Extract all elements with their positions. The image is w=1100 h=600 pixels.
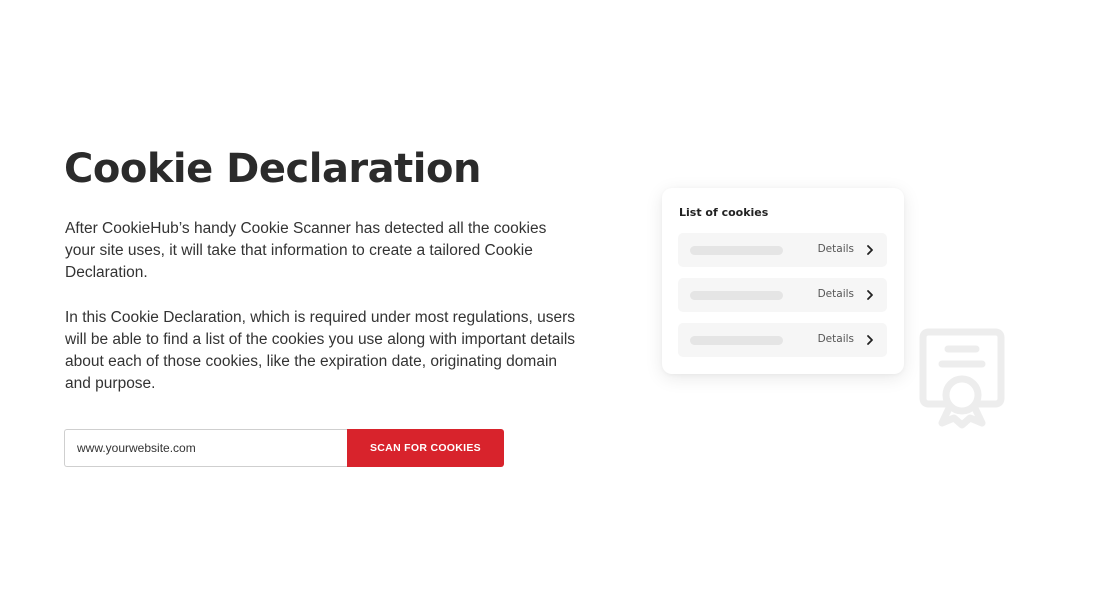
page: Cookie Declaration After CookieHub’s han… (0, 0, 1100, 600)
website-url-input[interactable] (64, 429, 347, 467)
cookie-name-placeholder (690, 336, 783, 345)
cookie-name-placeholder (690, 246, 783, 255)
cookie-list-item[interactable]: Details (678, 233, 887, 267)
scan-form: SCAN FOR COOKIES (64, 429, 504, 467)
chevron-right-icon (867, 290, 873, 300)
cookie-list-item[interactable]: Details (678, 278, 887, 312)
intro-paragraph: After CookieHub’s handy Cookie Scanner h… (65, 220, 547, 281)
details-link[interactable]: Details (818, 333, 854, 345)
details-paragraph: In this Cookie Declaration, which is req… (65, 309, 576, 392)
cookie-list-item[interactable]: Details (678, 323, 887, 357)
scan-for-cookies-button[interactable]: SCAN FOR COOKIES (347, 429, 504, 467)
chevron-right-icon (867, 335, 873, 345)
cookie-name-placeholder (690, 291, 783, 300)
chevron-right-icon (867, 245, 873, 255)
details-link[interactable]: Details (818, 243, 854, 255)
page-title: Cookie Declaration (64, 146, 481, 192)
details-link[interactable]: Details (818, 288, 854, 300)
cookie-list-title: List of cookies (679, 206, 769, 219)
cookie-list-card: List of cookies Details Details Details (662, 188, 904, 374)
certificate-icon (919, 328, 1005, 429)
